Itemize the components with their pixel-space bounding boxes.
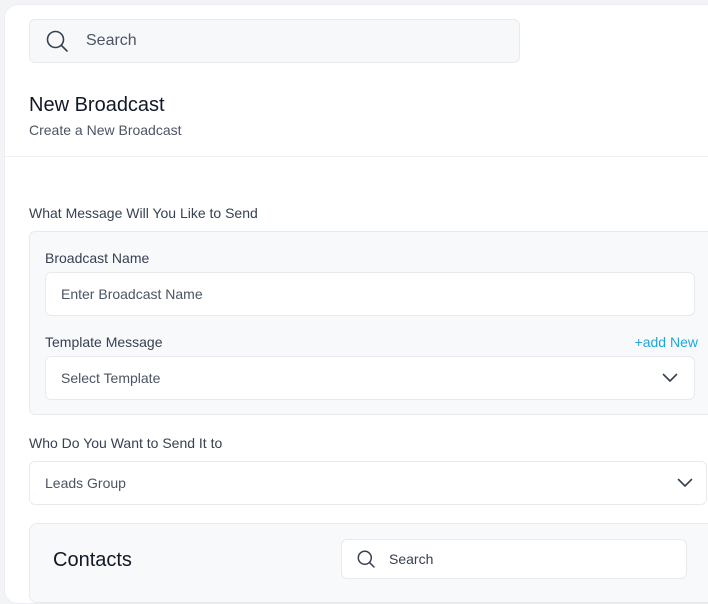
recipient-group-select[interactable]: Leads Group bbox=[29, 461, 707, 505]
search-icon bbox=[45, 29, 69, 53]
broadcast-name-placeholder: Enter Broadcast Name bbox=[61, 286, 203, 302]
recipient-section-label: Who Do You Want to Send It to bbox=[29, 435, 223, 451]
search-icon bbox=[356, 549, 376, 569]
recipient-group-value: Leads Group bbox=[45, 475, 126, 491]
contacts-search-bar[interactable]: Search bbox=[341, 539, 687, 579]
page-subtitle: Create a New Broadcast bbox=[29, 122, 182, 138]
message-card: Broadcast Name Enter Broadcast Name Temp… bbox=[29, 231, 708, 415]
chevron-down-icon bbox=[677, 475, 693, 491]
top-search-bar[interactable]: Search bbox=[29, 19, 520, 63]
template-message-label: Template Message bbox=[45, 334, 163, 350]
header-divider bbox=[5, 156, 708, 157]
contacts-search-input[interactable]: Search bbox=[389, 551, 433, 567]
template-select[interactable]: Select Template bbox=[45, 356, 695, 400]
contacts-card: Contacts Search bbox=[29, 523, 708, 603]
message-section-label: What Message Will You Like to Send bbox=[29, 205, 258, 221]
broadcast-name-input[interactable]: Enter Broadcast Name bbox=[45, 272, 695, 316]
chevron-down-icon bbox=[662, 370, 678, 386]
main-panel: Search New Broadcast Create a New Broadc… bbox=[4, 4, 708, 604]
contacts-title: Contacts bbox=[53, 549, 132, 571]
broadcast-name-label: Broadcast Name bbox=[45, 250, 150, 266]
add-new-template-link[interactable]: +add New bbox=[635, 334, 698, 350]
search-input[interactable]: Search bbox=[86, 32, 137, 50]
page-title: New Broadcast bbox=[29, 94, 165, 116]
template-select-value: Select Template bbox=[61, 370, 161, 386]
